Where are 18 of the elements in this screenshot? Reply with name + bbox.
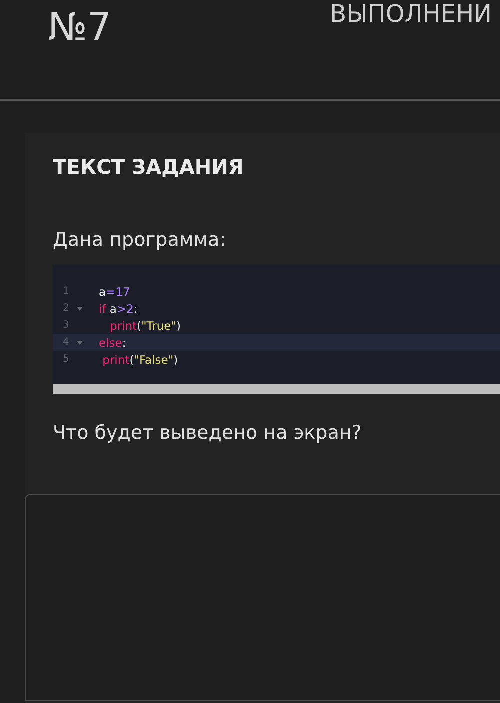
line-number: 5 <box>63 354 70 365</box>
task-number: №7 <box>48 8 112 46</box>
line-number: 2 <box>63 303 70 314</box>
line-number: 3 <box>63 320 70 331</box>
scrollbar[interactable] <box>53 384 500 394</box>
code-line: if a>2: <box>99 302 138 316</box>
fold-caret-icon[interactable] <box>77 306 83 310</box>
fold-caret-icon[interactable] <box>77 340 83 344</box>
section-heading: ТЕКСТ ЗАДАНИЯ <box>53 155 245 179</box>
task-intro: Дана программа: <box>53 229 228 251</box>
line-number: 4 <box>63 337 70 348</box>
code-line: a=17 <box>99 284 130 298</box>
task-question: Что будет выведено на экран? <box>53 422 363 446</box>
code-line: print("True") <box>108 318 182 332</box>
page-title: ВЫПОЛНЕНИ <box>330 0 492 28</box>
code-line: else: <box>99 336 126 350</box>
line-number: 1 <box>63 286 70 297</box>
code-line: print("False") <box>102 352 178 366</box>
